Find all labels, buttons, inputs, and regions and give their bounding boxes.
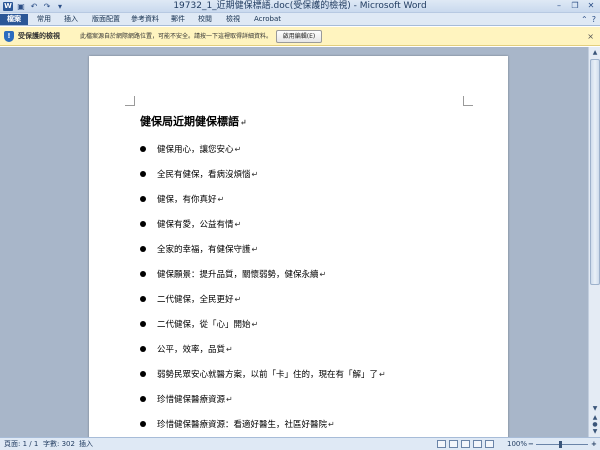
tab-acrobat[interactable]: Acrobat (250, 14, 285, 25)
paragraph-mark: ↵ (240, 117, 247, 127)
title-bar: W ▣ ↶ ↷ ▾ 19732_1_近期健保標語.doc(受保護的檢視) - M… (0, 0, 600, 13)
list-item[interactable]: 健保願景：提升品質，關懷弱勢，健保永續 ↵ (140, 267, 326, 281)
status-bar: 頁面: 1 / 1 字數: 302 插入 100% − + (0, 437, 600, 450)
web-layout-icon[interactable] (461, 440, 470, 448)
page-count[interactable]: 頁面: 1 / 1 (4, 438, 38, 450)
outline-view-icon[interactable] (473, 440, 482, 448)
scroll-down-icon[interactable]: ▼ (590, 404, 600, 413)
list-item[interactable]: 健保，有你真好 ↵ (140, 192, 224, 206)
tab-references[interactable]: 參考資料 (127, 14, 163, 25)
tab-insert[interactable]: 插入 (60, 14, 82, 25)
margin-corner-top-right (463, 96, 473, 106)
shield-icon: ! (4, 31, 14, 42)
bullet-icon (140, 196, 146, 202)
next-page-icon[interactable]: ▼ (590, 428, 600, 435)
bullet-icon (140, 246, 146, 252)
tab-review[interactable]: 校閱 (194, 14, 216, 25)
protected-view-message[interactable]: 此檔案源自於網際網路位置，可能不安全。請按一下這裡取得詳細資料。 (80, 27, 272, 46)
insert-mode[interactable]: 插入 (79, 438, 93, 450)
zoom-slider-thumb[interactable] (559, 441, 562, 448)
view-buttons (437, 440, 494, 448)
list-item[interactable]: 公平，效率，品質 ↵ (140, 342, 233, 356)
bullet-icon (140, 371, 146, 377)
protected-view-bar: ! 受保護的檢視 此檔案源自於網際網路位置，可能不安全。請按一下這裡取得詳細資料… (0, 27, 600, 46)
zoom-slider[interactable] (536, 444, 588, 445)
zoom-level[interactable]: 100% (507, 438, 527, 450)
bullet-icon (140, 146, 146, 152)
list-item[interactable]: 珍惜健保醫療資源 ↵ (140, 392, 233, 406)
list-item[interactable]: 全民有健保，看病沒煩惱 ↵ (140, 167, 258, 181)
minimize-icon[interactable]: – (552, 1, 566, 11)
scroll-thumb[interactable] (590, 59, 600, 285)
bullet-icon (140, 171, 146, 177)
bullet-icon (140, 296, 146, 302)
list-item[interactable]: 健保有愛，公益有情 ↵ (140, 217, 241, 231)
print-layout-icon[interactable] (437, 440, 446, 448)
enable-editing-button[interactable]: 啟用編輯(E) (276, 30, 322, 43)
margin-corner-top-left (125, 96, 135, 106)
list-item[interactable]: 二代健保，全民更好 ↵ (140, 292, 241, 306)
list-item[interactable]: 全家的幸福，有健保守護 ↵ (140, 242, 258, 256)
vertical-scrollbar[interactable]: ▲ ▼ ▲ ● ▼ (588, 47, 600, 437)
close-icon[interactable]: × (587, 27, 594, 46)
scroll-up-icon[interactable]: ▲ (590, 48, 600, 57)
bullet-icon (140, 321, 146, 327)
draft-view-icon[interactable] (485, 440, 494, 448)
tab-mailings[interactable]: 郵件 (167, 14, 189, 25)
bullet-icon (140, 271, 146, 277)
list-item[interactable]: 健保用心，讓您安心 ↵ (140, 142, 241, 156)
window-title: 19732_1_近期健保標語.doc(受保護的檢視) - Microsoft W… (173, 1, 427, 11)
ribbon-right-controls: ⌃ ? (581, 14, 596, 25)
word-count[interactable]: 字數: 302 (43, 438, 75, 450)
zoom-out-button[interactable]: − (528, 438, 534, 450)
document-heading[interactable]: 健保局近期健保標語↵ (140, 113, 247, 129)
restore-icon[interactable]: ❐ (568, 1, 582, 11)
tab-view[interactable]: 檢視 (222, 14, 244, 25)
tab-page-layout[interactable]: 版面配置 (88, 14, 124, 25)
zoom-in-button[interactable]: + (591, 438, 597, 450)
protected-view-title: 受保護的檢視 (18, 32, 60, 40)
bullet-icon (140, 346, 146, 352)
tab-file[interactable]: 檔案 (0, 14, 28, 25)
list-item[interactable]: 二代健保，從「心」開始 ↵ (140, 317, 258, 331)
document-page[interactable]: 健保局近期健保標語↵ 健保用心，讓您安心 ↵ 全民有健保，看病沒煩惱 ↵ 健保，有你… (89, 56, 508, 437)
list-item[interactable]: 弱勢民眾安心就醫方案，以前「卡」住的，現在有「解」了 ↵ (140, 367, 386, 381)
tab-home[interactable]: 常用 (33, 14, 55, 25)
help-icon[interactable]: ? (592, 14, 596, 25)
window-controls: – ❐ ✕ (552, 1, 598, 11)
previous-page-icon[interactable]: ▲ (590, 414, 600, 421)
document-area: 健保局近期健保標語↵ 健保用心，讓您安心 ↵ 全民有健保，看病沒煩惱 ↵ 健保，有你… (0, 47, 588, 437)
bullet-icon (140, 396, 146, 402)
ribbon-collapse-icon[interactable]: ⌃ (581, 14, 588, 25)
browse-object-icon[interactable]: ● (590, 421, 600, 428)
bullet-icon (140, 421, 146, 427)
full-screen-reading-icon[interactable] (449, 440, 458, 448)
list-item[interactable]: 珍惜健保醫療資源：看適好醫生，社區好醫院 ↵ (140, 417, 335, 431)
close-icon[interactable]: ✕ (584, 1, 598, 11)
bullet-icon (140, 221, 146, 227)
ribbon-tabs: 檔案 常用 插入 版面配置 參考資料 郵件 校閱 檢視 Acrobat ⌃ ? (0, 13, 600, 26)
